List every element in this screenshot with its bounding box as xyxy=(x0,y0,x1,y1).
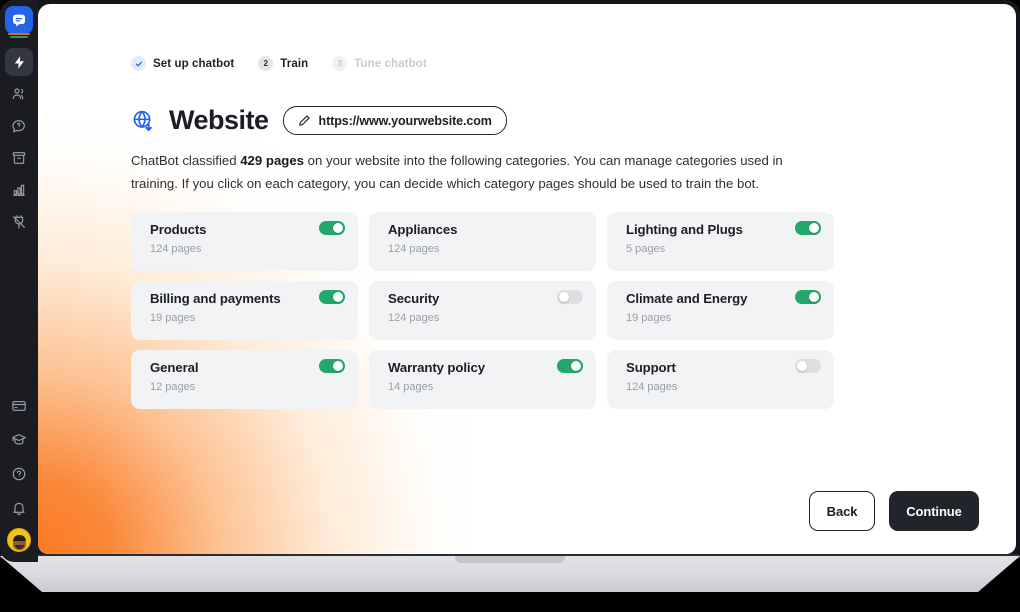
sidebar-item-billing[interactable] xyxy=(5,392,33,420)
category-card-support[interactable]: Support 124 pages xyxy=(607,350,834,409)
category-card-appliances[interactable]: Appliances 124 pages xyxy=(369,212,596,271)
chatbot-logo-tile xyxy=(5,6,33,34)
category-toggle[interactable] xyxy=(795,290,821,304)
category-pages: 124 pages xyxy=(388,242,440,255)
step-1-indicator xyxy=(131,56,146,71)
website-url-text: https://www.yourwebsite.com xyxy=(318,113,492,128)
credit-card-icon xyxy=(12,401,26,411)
step-2-indicator: 2 xyxy=(258,56,274,71)
description-part-1: ChatBot classified xyxy=(131,153,241,168)
category-pages: 14 pages xyxy=(388,380,434,393)
step-2-label: Train xyxy=(280,57,309,70)
category-toggle[interactable] xyxy=(557,290,583,304)
category-title: Products xyxy=(150,222,207,237)
step-train[interactable]: 2 Train xyxy=(258,56,308,71)
website-url-pill[interactable]: https://www.yourwebsite.com xyxy=(282,106,507,135)
category-title: Climate and Energy xyxy=(626,291,748,306)
category-card-lighting-and-plugs[interactable]: Lighting and Plugs 5 pages xyxy=(607,212,834,271)
back-button[interactable]: Back xyxy=(809,491,875,531)
continue-button[interactable]: Continue xyxy=(889,491,979,531)
lightning-bolt-icon xyxy=(14,55,24,69)
category-toggle[interactable] xyxy=(319,359,345,373)
category-card-products[interactable]: Products 124 pages xyxy=(131,212,358,271)
user-avatar[interactable] xyxy=(7,528,31,552)
category-toggle[interactable] xyxy=(319,221,345,235)
graduation-cap-icon xyxy=(12,434,26,445)
category-pages: 5 pages xyxy=(626,242,666,255)
sidebar-item-users[interactable] xyxy=(5,80,33,108)
chatbot-logo[interactable] xyxy=(5,6,33,38)
plug-icon xyxy=(13,215,25,229)
category-card-billing-and-payments[interactable]: Billing and payments 19 pages xyxy=(131,281,358,340)
wizard-footer: Back Continue xyxy=(809,491,979,531)
category-pages: 124 pages xyxy=(388,311,440,324)
category-title: Support xyxy=(626,360,676,375)
bell-icon xyxy=(13,502,25,516)
category-title: Security xyxy=(388,291,440,306)
archive-icon xyxy=(12,152,26,164)
users-icon xyxy=(12,88,24,100)
screenshot-stage: Set up chatbot 2 Train 3 Tune chatbot We… xyxy=(0,0,1020,612)
category-pages: 124 pages xyxy=(626,380,678,393)
laptop-screen: Set up chatbot 2 Train 3 Tune chatbot We… xyxy=(0,0,1020,562)
app-content: Set up chatbot 2 Train 3 Tune chatbot We… xyxy=(38,4,1016,554)
step-set-up-chatbot[interactable]: Set up chatbot xyxy=(131,56,234,71)
step-1-label: Set up chatbot xyxy=(153,57,235,70)
app-sidebar xyxy=(0,0,38,562)
app-window: Set up chatbot 2 Train 3 Tune chatbot We… xyxy=(38,4,1016,554)
category-pages: 124 pages xyxy=(150,242,202,255)
category-title: Warranty policy xyxy=(388,360,485,375)
category-title: Appliances xyxy=(388,222,458,237)
pencil-icon xyxy=(298,115,310,126)
category-toggle[interactable] xyxy=(557,359,583,373)
page-title: Website xyxy=(169,105,269,135)
onboarding-stepper: Set up chatbot 2 Train 3 Tune chatbot xyxy=(131,56,427,71)
category-title: Billing and payments xyxy=(150,291,281,306)
category-pages: 19 pages xyxy=(150,311,196,324)
sidebar-item-automations[interactable] xyxy=(5,48,33,76)
check-icon xyxy=(135,61,142,66)
category-title: General xyxy=(150,360,199,375)
question-circle-icon xyxy=(12,467,26,481)
bar-chart-icon xyxy=(13,184,25,196)
sidebar-item-reports[interactable] xyxy=(5,176,33,204)
category-grid: Products 124 pages Appliances 124 pages … xyxy=(131,212,834,409)
category-toggle[interactable] xyxy=(319,290,345,304)
sidebar-item-notifications[interactable] xyxy=(5,494,33,522)
category-toggle[interactable] xyxy=(795,359,821,373)
category-toggle[interactable] xyxy=(795,221,821,235)
step-tune-chatbot[interactable]: 3 Tune chatbot xyxy=(332,56,427,71)
step-3-label: Tune chatbot xyxy=(354,57,427,70)
chat-bubble-icon xyxy=(13,14,25,27)
logo-product-bars xyxy=(8,33,30,38)
globe-download-icon xyxy=(133,110,152,131)
sidebar-item-archives[interactable] xyxy=(5,144,33,172)
category-title: Lighting and Plugs xyxy=(626,222,743,237)
category-card-climate-and-energy[interactable]: Climate and Energy 19 pages xyxy=(607,281,834,340)
sidebar-item-integrations[interactable] xyxy=(5,208,33,236)
chat-question-icon xyxy=(12,120,25,133)
category-pages: 12 pages xyxy=(150,380,196,393)
category-card-general[interactable]: General 12 pages xyxy=(131,350,358,409)
page-header: Website https://www.yourwebsite.com xyxy=(131,106,507,135)
sidebar-primary-nav xyxy=(5,48,33,236)
sidebar-secondary-nav xyxy=(5,392,33,562)
page-description: ChatBot classified 429 pages on your web… xyxy=(131,150,821,195)
sidebar-item-chats[interactable] xyxy=(5,112,33,140)
category-card-security[interactable]: Security 124 pages xyxy=(369,281,596,340)
sidebar-item-learn[interactable] xyxy=(5,426,33,454)
avatar-face xyxy=(12,535,26,550)
laptop-base-notch xyxy=(455,556,565,563)
description-highlight: 429 pages xyxy=(240,153,304,168)
category-card-warranty-policy[interactable]: Warranty policy 14 pages xyxy=(369,350,596,409)
step-3-indicator: 3 xyxy=(332,56,348,71)
category-pages: 19 pages xyxy=(626,311,672,324)
sidebar-item-help[interactable] xyxy=(5,460,33,488)
